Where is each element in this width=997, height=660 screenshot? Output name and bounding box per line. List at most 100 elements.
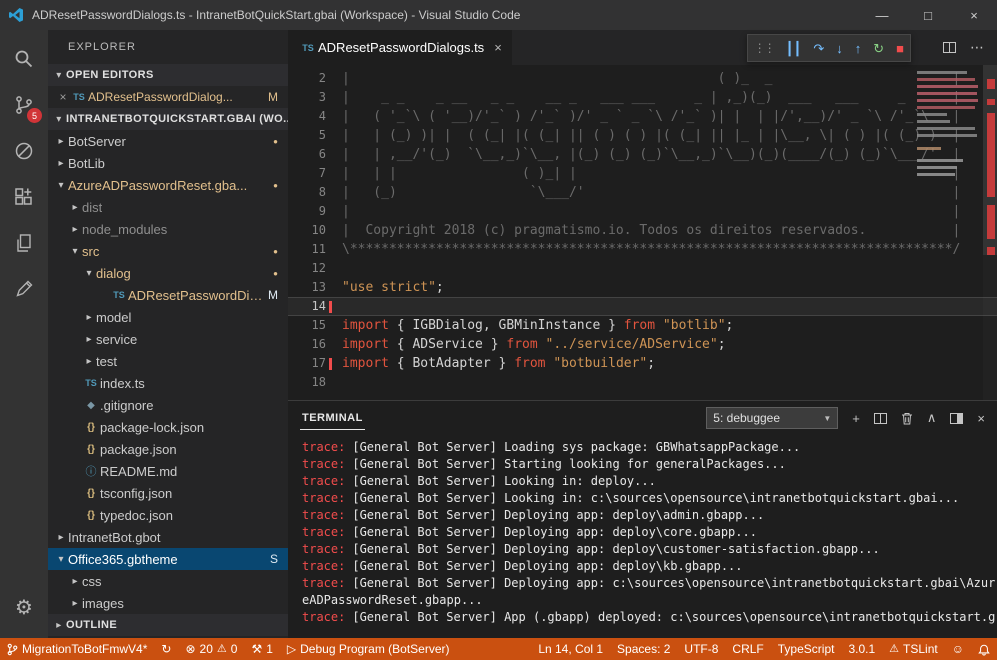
maximize-panel-icon[interactable]: ∧ <box>927 410 937 426</box>
gutter <box>326 107 336 126</box>
drag-handle-icon[interactable]: ⋮⋮ <box>754 42 774 54</box>
open-editors-header[interactable]: ▾ OPEN EDITORS <box>48 64 288 86</box>
trace-prefix: trace: <box>302 576 345 590</box>
tree-item-node-modules[interactable]: ▸node_modules <box>48 218 288 240</box>
editor-tab-bar: TS ADResetPasswordDialogs.ts × ⋮⋮ ┃┃ ↷ ↓ ↑ ↻ ■… <box>288 30 997 65</box>
files-icon[interactable] <box>0 220 48 266</box>
indentation-indicator[interactable]: Spaces: 2 <box>610 638 677 660</box>
panel-glyph <box>950 413 963 424</box>
tslint-indicator[interactable]: ⚠ TSLint <box>882 638 945 660</box>
tree-item-index.ts[interactable]: TSindex.ts <box>48 372 288 394</box>
tree-item-botserver[interactable]: ▸BotServer● <box>48 130 288 152</box>
tree-item-service[interactable]: ▸service <box>48 328 288 350</box>
minimap[interactable] <box>915 67 981 247</box>
notifications-bell-icon[interactable] <box>971 638 997 660</box>
terminal-panel: TERMINAL 5: debuggee ▼ + ∧ × <box>288 400 997 638</box>
workspace-header[interactable]: ▾ INTRANETBOTQUICKSTART.GBAI (WO... <box>48 108 288 130</box>
terminal-text: [General Bot Server] Deploying app: depl… <box>352 508 764 522</box>
tab-adresetpassworddialogs[interactable]: TS ADResetPasswordDialogs.ts × <box>288 30 512 65</box>
step-over-button[interactable]: ↷ <box>813 42 824 55</box>
edit-icon[interactable] <box>0 266 48 312</box>
debug-icon[interactable] <box>0 128 48 174</box>
code-line-10: 10| Copyright 2018 (c) pragmatismo.io. T… <box>288 221 997 240</box>
stop-button[interactable]: ■ <box>896 42 904 55</box>
tree-item-tsconfig.json[interactable]: {}tsconfig.json <box>48 482 288 504</box>
line-number: 18 <box>288 373 326 392</box>
pause-button[interactable]: ┃┃ <box>786 42 802 55</box>
modified-dot-icon: ● <box>273 269 278 278</box>
git-branch-indicator[interactable]: MigrationToBotFmwV4* <box>0 638 154 660</box>
chevron-right-icon: ▸ <box>82 356 96 367</box>
tree-item-label: ADResetPasswordDial... <box>128 288 268 303</box>
tree-item-css[interactable]: ▸css <box>48 570 288 592</box>
settings-gear-icon[interactable]: ⚙ <box>0 584 48 630</box>
sync-icon: ↻ <box>161 643 171 655</box>
tree-item-readme.md[interactable]: ⓘREADME.md <box>48 460 288 482</box>
terminal-line: trace:[General Bot Server] Deploying app… <box>302 558 983 575</box>
tree-item-package-lock.json[interactable]: {}package-lock.json <box>48 416 288 438</box>
maximize-button[interactable]: □ <box>905 0 951 30</box>
minimize-button[interactable]: — <box>859 0 905 30</box>
kill-terminal-icon[interactable] <box>901 412 913 425</box>
tree-item-adresetpassworddial...[interactable]: TSADResetPasswordDial...M <box>48 284 288 306</box>
tree-item-typedoc.json[interactable]: {}typedoc.json <box>48 504 288 526</box>
open-editor-item[interactable]: × TS ADResetPasswordDialog... M <box>48 86 288 108</box>
language-indicator[interactable]: TypeScript <box>771 638 842 660</box>
sync-button[interactable]: ↻ <box>154 638 178 660</box>
terminal-output[interactable]: trace:[General Bot Server] Loading sys p… <box>288 435 997 638</box>
more-actions-icon[interactable]: ⋯ <box>970 39 985 56</box>
tree-item-intranetbot.gbot[interactable]: ▸IntranetBot.gbot <box>48 526 288 548</box>
split-terminal-icon[interactable] <box>874 413 887 424</box>
close-icon[interactable]: × <box>56 90 70 104</box>
source-control-icon[interactable]: 5 <box>0 82 48 128</box>
step-out-button[interactable]: ↑ <box>855 42 862 55</box>
terminal-picker[interactable]: 5: debuggee ▼ <box>706 407 838 429</box>
split-editor-icon[interactable] <box>943 42 956 53</box>
tree-item-azureadpasswordreset.gba...[interactable]: ▾AzureADPasswordReset.gba...● <box>48 174 288 196</box>
tab-close-icon[interactable]: × <box>494 40 502 55</box>
tree-item-images[interactable]: ▸images <box>48 592 288 614</box>
new-terminal-icon[interactable]: + <box>852 411 860 426</box>
debug-status-indicator[interactable]: ▷ Debug Program (BotServer) <box>280 638 457 660</box>
line-number: 15 <box>288 316 326 335</box>
problems-indicator[interactable]: ⊗ 20 ⚠ 0 <box>178 638 244 660</box>
panel-layout-icon[interactable] <box>950 413 963 424</box>
trace-prefix: trace: <box>302 542 345 556</box>
tree-item-office365.gbtheme[interactable]: ▾Office365.gbthemeS <box>48 548 288 570</box>
ts-file-icon: TS <box>298 43 318 53</box>
feedback-smiley-icon[interactable]: ☺ <box>945 638 971 660</box>
workspace-label: INTRANETBOTQUICKSTART.GBAI (WO... <box>66 113 288 125</box>
outline-header[interactable]: ▸ OUTLINE <box>48 614 288 636</box>
editor-scrollbar[interactable] <box>983 65 997 400</box>
ts-version-indicator[interactable]: 3.0.1 <box>841 638 882 660</box>
search-icon[interactable] <box>0 36 48 82</box>
tree-item-dist[interactable]: ▸dist <box>48 196 288 218</box>
encoding-indicator[interactable]: UTF-8 <box>677 638 725 660</box>
tasks-indicator[interactable]: ⚒ 1 <box>244 638 279 660</box>
line-number: 6 <box>288 145 326 164</box>
restart-button[interactable]: ↻ <box>873 42 884 55</box>
close-button[interactable]: × <box>951 0 997 30</box>
gutter <box>326 278 336 297</box>
step-into-button[interactable]: ↓ <box>836 42 843 55</box>
tree-item-.gitignore[interactable]: ◆.gitignore <box>48 394 288 416</box>
tree-item-test[interactable]: ▸test <box>48 350 288 372</box>
terminal-tab[interactable]: TERMINAL <box>300 406 365 430</box>
close-panel-icon[interactable]: × <box>977 411 985 426</box>
trace-prefix: trace: <box>302 525 345 539</box>
tree-item-model[interactable]: ▸model <box>48 306 288 328</box>
terminal-header: TERMINAL 5: debuggee ▼ + ∧ × <box>288 401 997 435</box>
git-gutter-mark <box>326 297 336 316</box>
extensions-icon[interactable] <box>0 174 48 220</box>
outline-label: OUTLINE <box>66 619 117 631</box>
goto-line-indicator[interactable]: Ln 14, Col 1 <box>531 638 610 660</box>
tool-icon: ⚒ <box>251 643 262 655</box>
tree-item-package.json[interactable]: {}package.json <box>48 438 288 460</box>
tree-item-src[interactable]: ▾src● <box>48 240 288 262</box>
line-number: 9 <box>288 202 326 221</box>
tree-item-botlib[interactable]: ▸BotLib <box>48 152 288 174</box>
eol-indicator[interactable]: CRLF <box>725 638 770 660</box>
tree-item-dialog[interactable]: ▾dialog● <box>48 262 288 284</box>
terminal-line: trace:[General Bot Server] Loading sys p… <box>302 439 983 456</box>
code-editor[interactable]: 2| ( )_ _ |3| _ _ _ __ _ _ __ _ ___ ___ … <box>288 65 997 400</box>
